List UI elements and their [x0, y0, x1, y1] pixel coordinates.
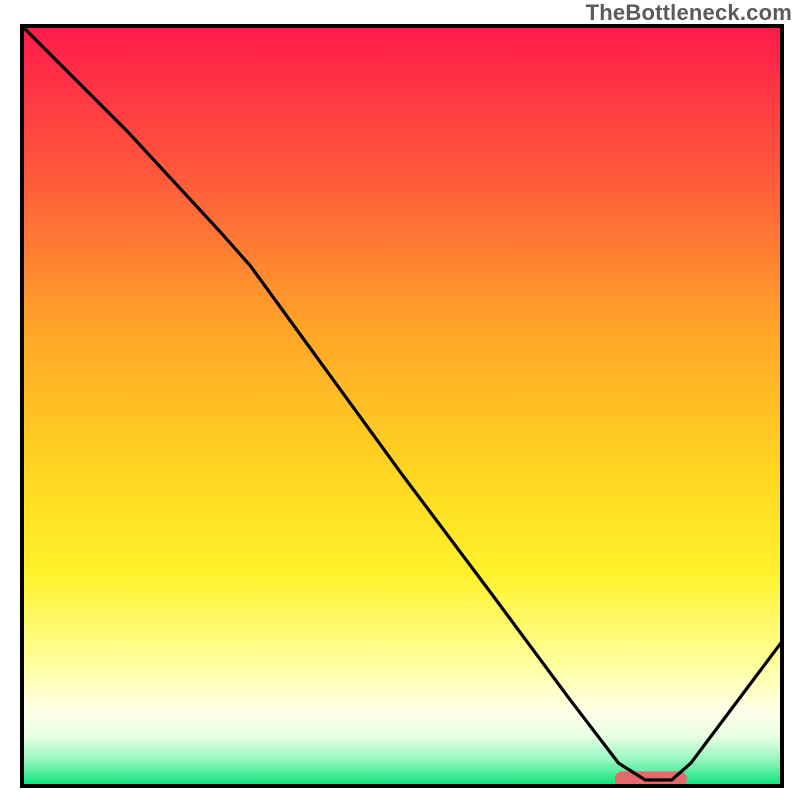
chart-canvas	[0, 0, 800, 800]
watermark-text: TheBottleneck.com	[586, 0, 792, 26]
